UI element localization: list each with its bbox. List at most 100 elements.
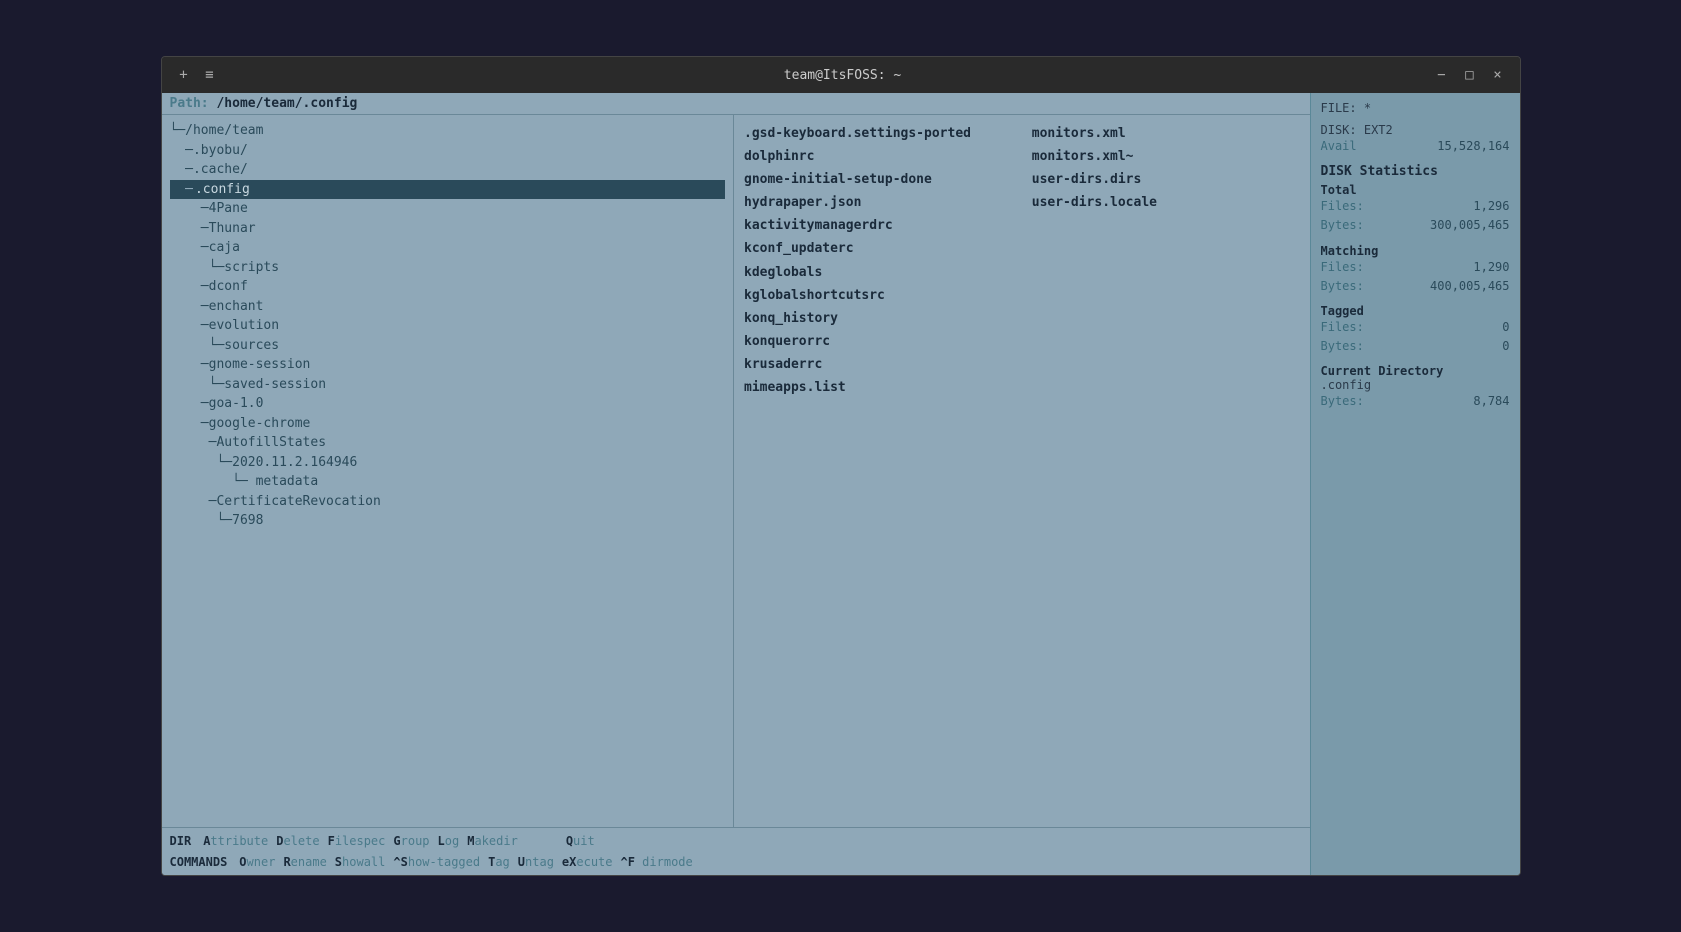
tree-line[interactable]: └─saved-session [170,375,726,395]
cmd-rename[interactable]: Rename [283,852,326,872]
list-item[interactable]: mimeapps.list [744,377,1012,399]
tree-line[interactable]: └─2020.11.2.164946 [170,453,726,473]
tree-line[interactable]: ─google-chrome [170,414,726,434]
total-files-value: 1,296 [1473,197,1509,216]
list-item[interactable]: hydrapaper.json [744,192,1012,214]
cmd-row-1: DIR Attribute Delete Filespec Group Log … [170,831,1302,851]
total-bytes-row: Bytes: 300,005,465 [1321,216,1510,235]
tree-line-selected[interactable]: ─.config [170,180,726,200]
list-item[interactable]: krusaderrc [744,354,1012,376]
list-item [1032,331,1300,353]
tree-line[interactable]: ─goa-1.0 [170,394,726,414]
list-item[interactable]: dolphinrc [744,146,1012,168]
list-item[interactable]: kactivitymanagerdrc [744,215,1012,237]
total-files-key: Files: [1321,197,1364,216]
curdir-heading: Current Directory [1321,364,1510,378]
path-bar: Path: /home/team/.config [162,93,1310,115]
tagged-files-value: 0 [1502,318,1509,337]
cmd-owner[interactable]: Owner [239,852,275,872]
files-panel[interactable]: .gsd-keyboard.settings-ported monitors.x… [734,115,1310,827]
tree-line[interactable]: └─ metadata [170,472,726,492]
file-section: FILE: * [1321,101,1510,115]
list-item[interactable]: user-dirs.dirs [1032,169,1300,191]
tree-line[interactable]: ─AutofillStates [170,433,726,453]
tagged-bytes-value: 0 [1502,337,1509,356]
add-tab-btn[interactable]: + [174,67,194,83]
tagged-files-row: Files: 0 [1321,318,1510,337]
panels-row: └─/home/team ─.byobu/ ─.cache/ ─.config … [162,115,1310,827]
tree-line[interactable]: ─enchant [170,297,726,317]
tree-line[interactable]: ─Thunar [170,219,726,239]
list-item[interactable]: konq_history [744,308,1012,330]
matching-section: Matching Files: 1,290 Bytes: 400,005,465 [1321,244,1510,296]
tree-line[interactable]: ─4Pane [170,199,726,219]
stats-heading: DISK Statistics [1321,164,1510,179]
cmd-filespec[interactable]: Filespec [328,831,386,851]
list-item[interactable]: monitors.xml~ [1032,146,1300,168]
list-item[interactable]: kconf_updaterc [744,238,1012,260]
dir-label: DIR [170,831,192,851]
commands-label: COMMANDS [170,852,228,872]
tree-line[interactable]: ─CertificateRevocation [170,492,726,512]
cmd-group[interactable]: Group [393,831,429,851]
tree-line[interactable]: ─gnome-session [170,355,726,375]
disk-section: DISK: EXT2 Avail 15,528,164 [1321,123,1510,156]
cmd-quit[interactable]: Quit [566,831,595,851]
cmd-makedir[interactable]: Makedir [467,831,518,851]
curdir-bytes-row: Bytes: 8,784 [1321,392,1510,411]
list-item[interactable]: kdeglobals [744,262,1012,284]
avail-row: Avail 15,528,164 [1321,137,1510,156]
avail-key: Avail [1321,137,1357,156]
file-label: FILE: * [1321,101,1510,115]
matching-heading: Matching [1321,244,1510,258]
list-item[interactable]: .gsd-keyboard.settings-ported [744,123,1012,145]
main-panel: Path: /home/team/.config └─/home/team ─.… [162,93,1310,875]
list-item[interactable]: konquerorrc [744,331,1012,353]
cmd-row-2: COMMANDS Owner Rename Showall ^Show-tagg… [170,852,1302,872]
path-value: /home/team/.config [216,96,357,111]
tree-line[interactable]: ─.byobu/ [170,141,726,161]
files-grid: .gsd-keyboard.settings-ported monitors.x… [744,123,1300,399]
tree-line[interactable]: ─caja [170,238,726,258]
menu-btn[interactable]: ≡ [200,67,220,83]
total-bytes-value: 300,005,465 [1430,216,1509,235]
bottom-bar: DIR Attribute Delete Filespec Group Log … [162,827,1310,875]
list-item[interactable]: monitors.xml [1032,123,1300,145]
tree-line[interactable]: └─/home/team [170,121,726,141]
matching-files-row: Files: 1,290 [1321,258,1510,277]
titlebar: + ≡ team@ItsFOSS: ~ − □ × [162,57,1520,93]
list-item[interactable]: user-dirs.locale [1032,192,1300,214]
tree-line[interactable]: ─dconf [170,277,726,297]
cmd-untag[interactable]: Untag [518,852,554,872]
tree-line[interactable]: └─scripts [170,258,726,278]
list-item[interactable]: gnome-initial-setup-done [744,169,1012,191]
tree-line[interactable]: └─sources [170,336,726,356]
matching-files-key: Files: [1321,258,1364,277]
cmd-log[interactable]: Log [438,831,460,851]
list-item [1032,377,1300,399]
curdir-bytes-value: 8,784 [1473,392,1509,411]
list-item [1032,238,1300,260]
cmd-attribute[interactable]: Attribute [203,831,268,851]
cmd-dirmode[interactable]: ^F dirmode [621,852,693,872]
minimize-btn[interactable]: − [1432,67,1452,83]
cmd-show-tagged[interactable]: ^Show-tagged [393,852,480,872]
tree-line[interactable]: └─7698 [170,511,726,531]
cmd-tag[interactable]: Tag [488,852,510,872]
matching-bytes-value: 400,005,465 [1430,277,1509,296]
tree-line[interactable]: ─evolution [170,316,726,336]
maximize-btn[interactable]: □ [1460,67,1480,83]
tree-panel[interactable]: └─/home/team ─.byobu/ ─.cache/ ─.config … [162,115,735,827]
curdir-bytes-key: Bytes: [1321,392,1364,411]
total-bytes-key: Bytes: [1321,216,1364,235]
list-item [1032,215,1300,237]
cmd-showall[interactable]: Showall [335,852,386,872]
close-btn[interactable]: × [1488,67,1508,83]
side-panel: FILE: * DISK: EXT2 Avail 15,528,164 DISK… [1310,93,1520,875]
cmd-execute[interactable]: eXecute [562,852,613,872]
tree-line[interactable]: ─.cache/ [170,160,726,180]
list-item[interactable]: kglobalshortcutsrc [744,285,1012,307]
list-item [1032,308,1300,330]
cmd-delete[interactable]: Delete [276,831,319,851]
content-area: Path: /home/team/.config └─/home/team ─.… [162,93,1520,875]
